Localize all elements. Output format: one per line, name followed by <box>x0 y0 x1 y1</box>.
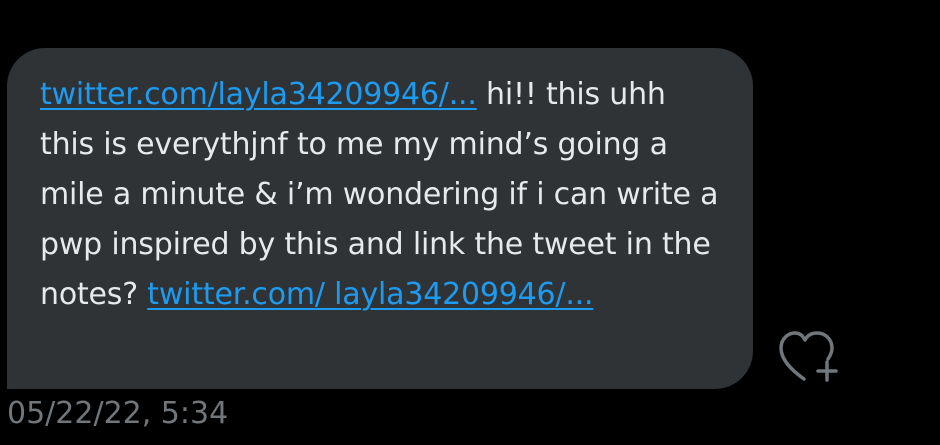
tweet-link-1[interactable]: twitter.com/layla34209946/... <box>40 77 477 112</box>
dm-conversation: twitter.com/layla34209946/... hi!! this … <box>0 0 940 445</box>
add-reaction-button[interactable] <box>776 326 848 386</box>
heart-plus-icon <box>779 331 838 382</box>
message-timestamp: 05/22/22, 5:34 <box>7 396 229 431</box>
message-bubble[interactable]: twitter.com/layla34209946/... hi!! this … <box>7 48 753 389</box>
tweet-link-2[interactable]: twitter.com/ layla34209946/... <box>147 277 593 312</box>
